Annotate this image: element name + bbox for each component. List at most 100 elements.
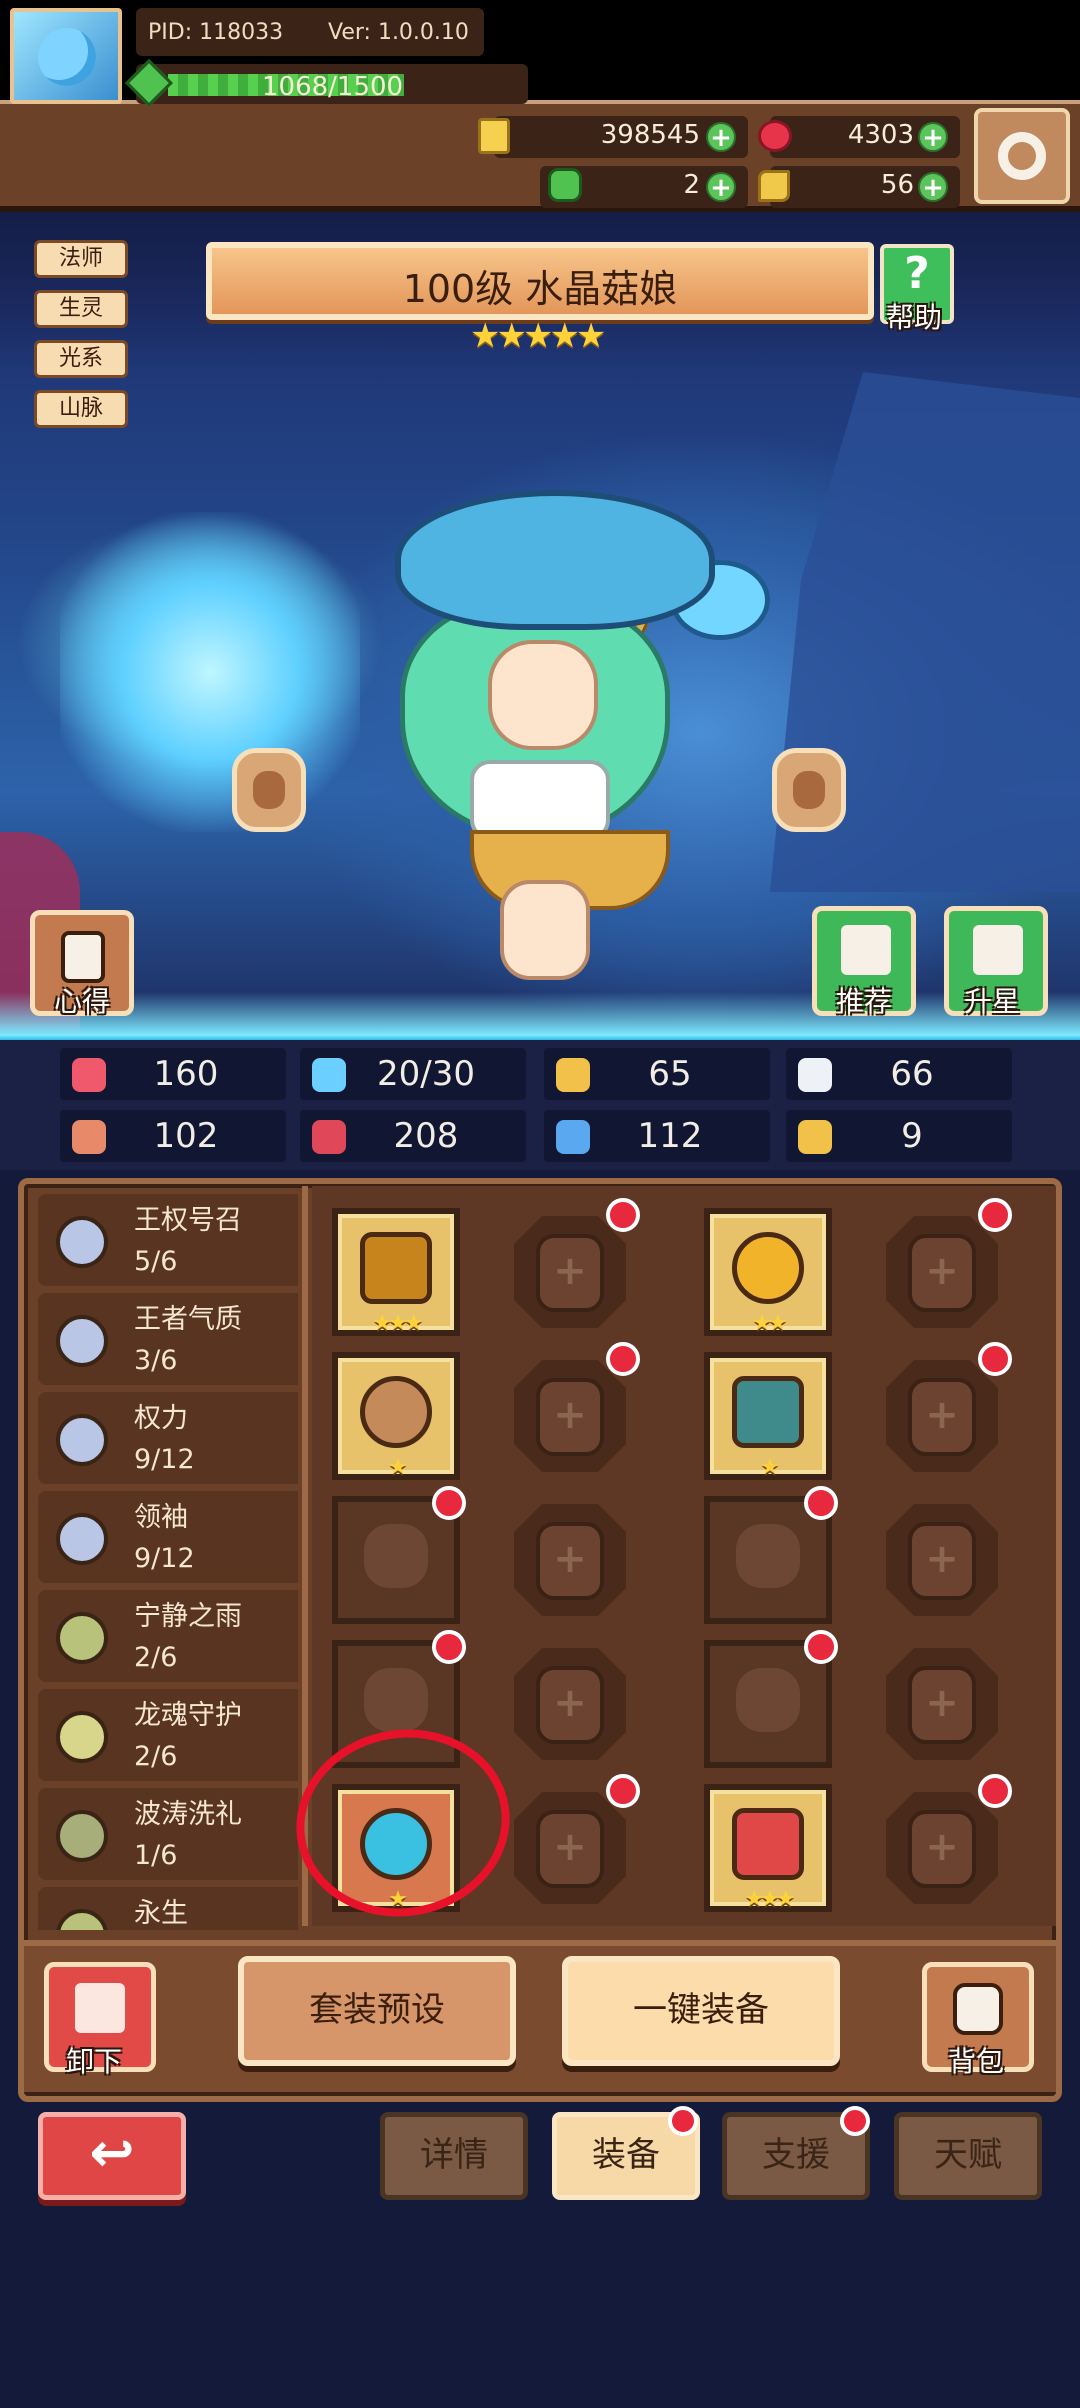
shell-icon (360, 1376, 432, 1448)
stat-value: 112 (637, 1116, 703, 1156)
notification-dot (978, 1774, 1012, 1808)
empty-gem-slot[interactable]: + (506, 1640, 634, 1768)
add-key-button[interactable]: + (918, 172, 948, 202)
back-button[interactable]: ↩ (38, 2112, 186, 2200)
add-gem-button[interactable]: + (918, 122, 948, 152)
set-progress: 1/6 (134, 1840, 178, 1871)
tag-terrain: 山脉 (34, 390, 128, 428)
notification-dot (978, 1342, 1012, 1376)
empty-gem-slot[interactable]: + (506, 1496, 634, 1624)
gold-coin-icon (478, 118, 510, 154)
hero-hat-art (395, 490, 715, 630)
key-value: 56 (880, 170, 914, 200)
set-bonus-item[interactable]: 龙魂守护 2/6 (38, 1689, 298, 1781)
fist-icon (72, 1120, 106, 1154)
set-bonus-item[interactable]: 宁静之雨 2/6 (38, 1590, 298, 1682)
equip-all-button[interactable]: 一键装备 (562, 1956, 840, 2066)
set-bonus-item[interactable]: 领袖 9/12 (38, 1491, 298, 1583)
plus-icon: + (553, 1680, 587, 1726)
add-gold-button[interactable]: + (706, 122, 736, 152)
set-coin-icon (56, 1216, 108, 1268)
empty-gem-slot[interactable]: + (878, 1496, 1006, 1624)
notification-dot (432, 1630, 466, 1664)
hero-name: 100级 水晶菇娘 (402, 267, 678, 311)
stat-value: 65 (648, 1054, 692, 1094)
plus-icon: + (925, 1824, 959, 1870)
set-coin-icon (56, 1909, 108, 1930)
backpack-icon (953, 1983, 1003, 2035)
notification-dot (804, 1486, 838, 1520)
recommend-label: 推荐 (836, 985, 893, 1018)
equipped-item-slot[interactable]: ★★ (704, 1208, 832, 1336)
gold-value: 398545 (600, 120, 700, 150)
set-bonus-item[interactable]: 波涛洗礼 1/6 (38, 1788, 298, 1880)
skill-slot-right[interactable] (772, 748, 846, 832)
set-bonus-item[interactable]: 王权号召 5/6 (38, 1194, 298, 1286)
plus-icon: + (553, 1392, 587, 1438)
item-star-rating: ★★ (752, 1311, 787, 1336)
set-bonus-item[interactable]: 王者气质 3/6 (38, 1293, 298, 1385)
equipped-item-slot[interactable]: ★ (704, 1352, 832, 1480)
ring-icon (732, 1232, 804, 1304)
empty-gem-slot[interactable]: + (878, 1640, 1006, 1768)
stat-value: 9 (901, 1116, 923, 1156)
thumbs-up-icon (841, 925, 891, 975)
set-preset-button[interactable]: 套装预设 (238, 1956, 516, 2066)
set-bonus-item[interactable]: 权力 9/12 (38, 1392, 298, 1484)
stat-value: 102 (153, 1116, 219, 1156)
set-coin-icon (56, 1513, 108, 1565)
set-coin-icon (56, 1711, 108, 1763)
tab-support-badge (840, 2106, 870, 2136)
stat-value: 160 (153, 1054, 219, 1094)
set-progress: 9/12 (134, 1543, 195, 1574)
item-star-rating: ★★★ (744, 1887, 795, 1912)
tag-class: 法师 (34, 240, 128, 278)
item-star-rating: ★ (760, 1455, 780, 1480)
plus-icon: + (553, 1824, 587, 1870)
equipped-item-slot[interactable]: ★ (332, 1352, 460, 1480)
question-mark-icon: ? (904, 248, 930, 299)
notification-dot (606, 1774, 640, 1808)
tab-talent[interactable]: 天赋 (894, 2112, 1042, 2200)
equipped-item-slot[interactable]: ★★★ (704, 1784, 832, 1912)
item-star-rating: ★ (388, 1455, 408, 1480)
skill-slot-left[interactable] (232, 748, 306, 832)
stat-value: 20/30 (377, 1054, 475, 1094)
set-name: 领袖 (134, 1502, 188, 1533)
stat-value: 208 (393, 1116, 459, 1156)
water-drop-icon (312, 1058, 346, 1092)
glove-icon (364, 1668, 428, 1732)
set-progress: 5/6 (134, 1246, 178, 1277)
set-progress: 2/6 (134, 1741, 178, 1772)
stat-heart: 160 (60, 1048, 286, 1100)
player-avatar[interactable] (10, 8, 122, 104)
set-name: 永生 (134, 1898, 188, 1929)
stat-boot: 112 (544, 1110, 770, 1162)
equipped-item-slot[interactable]: ★★★ (332, 1208, 460, 1336)
gear-icon (998, 132, 1046, 180)
book-icon (312, 1120, 346, 1154)
armor-icon (732, 1376, 804, 1448)
notes-label: 心得 (54, 985, 111, 1018)
stat-water-drop: 20/30 (300, 1048, 526, 1100)
stat-horseshoe: 9 (786, 1110, 1012, 1162)
unload-label: 卸下 (66, 2045, 123, 2078)
horseshoe-icon (798, 1120, 832, 1154)
helmet-icon (736, 1524, 800, 1588)
tab-details[interactable]: 详情 (380, 2112, 528, 2200)
plus-icon: + (925, 1536, 959, 1582)
upgrade-star-label: 升星 (964, 985, 1021, 1018)
shield-icon (556, 1058, 590, 1092)
hero-nameplate: 100级 水晶菇娘 (206, 242, 874, 320)
add-clover-button[interactable]: + (706, 172, 736, 202)
set-progress: 9/12 (134, 1444, 195, 1475)
set-bonus-item[interactable]: 永生 (38, 1887, 298, 1930)
heart-icon (72, 1058, 106, 1092)
clover-icon (548, 168, 582, 202)
set-bonus-list[interactable]: 王权号召 5/6 王者气质 3/6 权力 9/12 领袖 9/12 宁静之雨 2/6 龙魂守护 2/6… (30, 1190, 298, 1930)
exp-value: 1068/1500 (262, 72, 404, 102)
tab-equipment-badge (668, 2106, 698, 2136)
set-name: 波涛洗礼 (134, 1799, 242, 1830)
plus-icon: + (925, 1680, 959, 1726)
settings-button[interactable] (974, 108, 1070, 204)
